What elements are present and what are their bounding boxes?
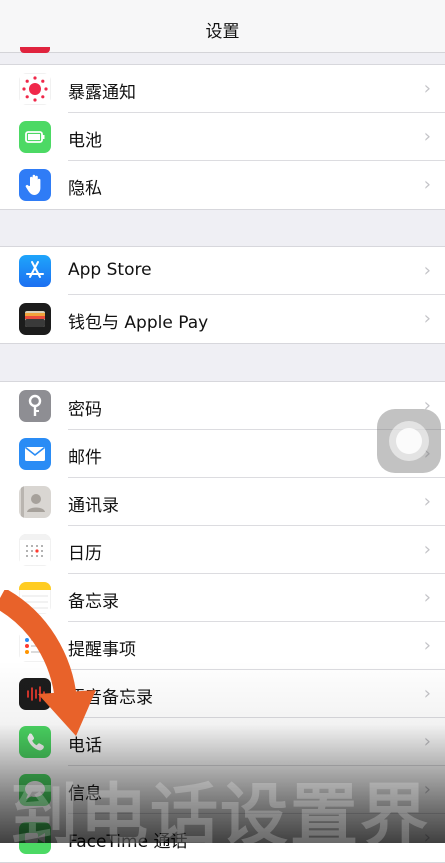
- settings-row-privacy[interactable]: 隐私 ›: [0, 161, 445, 209]
- settings-group-1: 暴露通知 › 电池 › 隐私 ›: [0, 64, 445, 210]
- chevron-right-icon: ›: [423, 126, 431, 147]
- settings-row-calendar[interactable]: 日历 ›: [0, 526, 445, 574]
- settings-row-exposure-notification[interactable]: 暴露通知 ›: [0, 65, 445, 113]
- chevron-right-icon: ›: [423, 731, 431, 752]
- chevron-right-icon: ›: [423, 308, 431, 329]
- settings-row-label: 日历: [68, 544, 102, 564]
- contacts-icon: [19, 486, 51, 518]
- chevron-right-icon: ›: [423, 683, 431, 704]
- calendar-icon: [19, 534, 51, 566]
- nav-bar: 设置: [0, 0, 445, 53]
- settings-row-contacts[interactable]: 通讯录 ›: [0, 478, 445, 526]
- settings-row-label: 电池: [68, 131, 102, 151]
- chevron-right-icon: ›: [423, 491, 431, 512]
- partially-hidden-row-icon: [20, 47, 50, 53]
- assistive-touch-dot: [396, 428, 422, 454]
- settings-row-app-store[interactable]: App Store ›: [0, 247, 445, 295]
- video-caption: 到电话设置界: [9, 777, 430, 856]
- chevron-right-icon: ›: [423, 260, 431, 281]
- chevron-right-icon: ›: [423, 587, 431, 608]
- settings-row-label: 密码: [68, 400, 102, 420]
- battery-icon: [19, 121, 51, 153]
- wallet-icon: [19, 303, 51, 335]
- mail-icon: [19, 438, 51, 470]
- chevron-right-icon: ›: [423, 174, 431, 195]
- app-store-icon: [19, 255, 51, 287]
- settings-row-battery[interactable]: 电池 ›: [0, 113, 445, 161]
- settings-row-label: 隐私: [68, 179, 102, 199]
- assistive-touch-button[interactable]: [377, 409, 441, 473]
- exposure-notification-icon: [19, 73, 51, 105]
- tutorial-arrow-icon: [0, 590, 96, 736]
- settings-row-label: App Store: [68, 260, 152, 280]
- settings-row-label: 暴露通知: [68, 83, 136, 103]
- key-icon: [19, 390, 51, 422]
- settings-row-label: 通讯录: [68, 496, 119, 516]
- chevron-right-icon: ›: [423, 539, 431, 560]
- settings-group-2: App Store › 钱包与 Apple Pay ›: [0, 246, 445, 344]
- settings-row-wallet[interactable]: 钱包与 Apple Pay ›: [0, 295, 445, 343]
- settings-row-label: 邮件: [68, 448, 102, 468]
- settings-row-label: 钱包与 Apple Pay: [68, 313, 209, 333]
- chevron-right-icon: ›: [423, 635, 431, 656]
- page-title: 设置: [205, 22, 240, 42]
- chevron-right-icon: ›: [423, 78, 431, 99]
- privacy-hand-icon: [19, 169, 51, 201]
